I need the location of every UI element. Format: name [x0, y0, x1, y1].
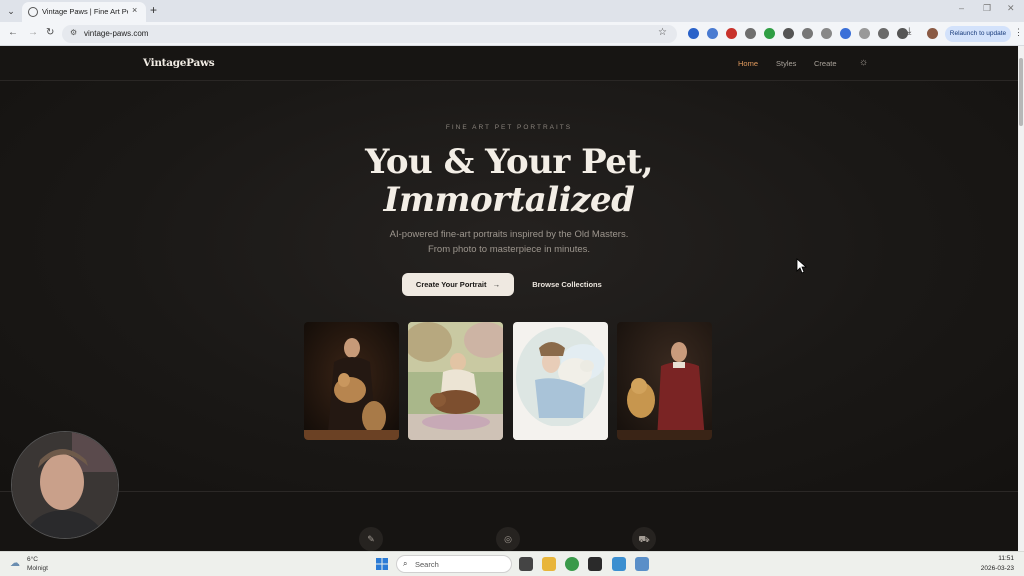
menu-kebab-icon[interactable]: ⋮ [1014, 27, 1023, 38]
chat-extension-icon[interactable] [802, 28, 813, 39]
translate-extension-icon[interactable] [840, 28, 851, 39]
site-logo[interactable]: VintagePaws [143, 57, 215, 69]
site-header: VintagePaws Home Styles Create ☼ [0, 46, 1018, 81]
windows-start-icon[interactable] [376, 558, 388, 570]
minimize-button[interactable]: – [959, 3, 964, 13]
hero-headline: You & Your Pet, [365, 142, 653, 182]
windows-taskbar: ☁ 6°C Molnigt ⌕ Search 11:51 2026-03-23 [0, 551, 1024, 576]
weather-temperature[interactable]: 6°C [27, 556, 38, 563]
url-text[interactable]: vintage-paws.com [84, 29, 148, 38]
download-icon[interactable]: ⤓ [907, 26, 918, 37]
notepad-icon[interactable] [612, 557, 626, 571]
new-tab-button[interactable]: + [150, 3, 157, 17]
back-button[interactable]: ← [8, 27, 18, 38]
browser-toolbar: ← → ↻ ⚙ vintage-paws.com ☆ ⤓ Relaunch to… [0, 22, 1024, 46]
green-download-extension-icon[interactable] [764, 28, 775, 39]
camera-extension-icon[interactable] [745, 28, 756, 39]
gray-circle-extension-icon[interactable] [821, 28, 832, 39]
sun-icon[interactable]: ☼ [859, 57, 868, 68]
red-circle-extension-icon[interactable] [726, 28, 737, 39]
hero-headline-italic: Immortalized [383, 180, 635, 220]
search-icon: ⌕ [403, 559, 408, 568]
wand-icon: ✎ [359, 527, 383, 551]
address-bar[interactable]: ⚙ vintage-paws.com ☆ [62, 25, 677, 43]
relaunch-button[interactable]: Relaunch to update [945, 26, 1011, 42]
globe-icon [28, 7, 38, 17]
shield-extension-icon[interactable] [859, 28, 870, 39]
tab-search-icon[interactable]: ⌄ [4, 4, 18, 18]
portrait-image-woman-lamb-watercolor[interactable] [513, 322, 608, 440]
palette-icon: ◎ [496, 527, 520, 551]
close-window-button[interactable]: ✕ [1007, 3, 1015, 14]
create-portrait-label: Create Your Portrait [415, 280, 487, 289]
scrollbar-thumb[interactable] [1019, 58, 1023, 126]
file-explorer-icon[interactable] [542, 557, 556, 571]
taskbar-search-box[interactable]: ⌕ Search [396, 555, 512, 573]
portrait-image-woman-dog-dark[interactable] [304, 322, 399, 440]
taskbar-clock-date[interactable]: 2026-03-23 [970, 565, 1014, 572]
nav-styles-link[interactable]: Styles [776, 59, 796, 68]
search-placeholder: Search [415, 560, 439, 569]
task-view-icon[interactable] [519, 557, 533, 571]
cloud-weather-icon[interactable]: ☁ [10, 558, 20, 569]
color-extension-icon[interactable] [878, 28, 889, 39]
browse-collections-button[interactable]: Browse Collections [526, 273, 608, 296]
reload-button[interactable]: ↻ [46, 27, 54, 38]
webcam-overlay [11, 431, 119, 539]
vpn-extension-icon[interactable] [688, 28, 699, 39]
create-portrait-button[interactable]: Create Your Portrait → [402, 273, 514, 296]
mouse-cursor-icon [796, 258, 808, 274]
app-icon[interactable] [635, 557, 649, 571]
terminal-icon[interactable] [588, 557, 602, 571]
portrait-image-woman-dog-garden[interactable] [408, 322, 503, 440]
profile-avatar[interactable] [927, 28, 938, 39]
truck-icon: ⛟ [632, 527, 656, 551]
hero-subtext: AI-powered fine-art portraits inspired b… [389, 229, 629, 255]
website-viewport: VintagePaws Home Styles Create ☼ FINE AR… [0, 46, 1018, 551]
x-extension-icon[interactable] [783, 28, 794, 39]
arrow-right-icon: → [492, 280, 501, 289]
maximize-button[interactable]: ❐ [983, 3, 991, 14]
taskbar-clock-time[interactable]: 11:51 [990, 555, 1014, 562]
browser-tab[interactable]: Vintage Paws | Fine Art Pet Portraits × [22, 2, 146, 22]
close-tab-icon[interactable]: × [132, 5, 137, 15]
nav-create-link[interactable]: Create [814, 59, 837, 68]
browser-tab-bar: ⌄ Vintage Paws | Fine Art Pet Portraits … [0, 0, 1024, 22]
puzzle-blue-extension-icon[interactable] [707, 28, 718, 39]
chrome-icon[interactable] [565, 557, 579, 571]
hero-eyebrow: FINE ART PET PORTRAITS [445, 124, 573, 131]
site-info-icon[interactable]: ⚙ [70, 28, 77, 37]
bookmark-star-icon[interactable]: ☆ [658, 27, 667, 38]
tab-title: Vintage Paws | Fine Art Pet Portraits [42, 7, 128, 16]
section-divider [0, 491, 1018, 492]
portrait-image-man-dog-red[interactable] [617, 322, 712, 440]
weather-description[interactable]: Molnigt [27, 565, 48, 572]
forward-button[interactable]: → [28, 27, 38, 38]
nav-home-link[interactable]: Home [738, 59, 758, 68]
